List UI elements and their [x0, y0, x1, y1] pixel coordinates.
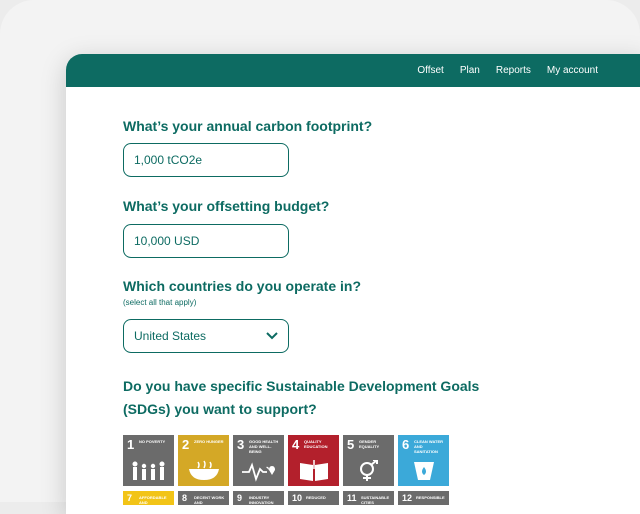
countries-question: Which countries do you operate in?: [123, 278, 362, 294]
sdg-grid-row-2: 7 Affordable and 8 Decent work and 9 Ind…: [123, 491, 449, 505]
sdg-tile-2[interactable]: 2 Zero hunger: [178, 435, 229, 486]
budget-question: What’s your offsetting budget?: [123, 198, 330, 214]
sdg-tile-1[interactable]: 1 No poverty: [123, 435, 174, 486]
sdg-label: Clean water and sanitation: [414, 439, 444, 454]
sdg-tile-8[interactable]: 8 Decent work and: [178, 491, 229, 505]
sdg-tile-12[interactable]: 12 Responsible: [398, 491, 449, 505]
sdg-tile-9[interactable]: 9 Industry innovation: [233, 491, 284, 505]
carbon-footprint-question: What’s your annual carbon footprint?: [123, 118, 373, 134]
sdg-tile-7[interactable]: 7 Affordable and: [123, 491, 174, 505]
nav-reports[interactable]: Reports: [496, 65, 531, 76]
sdg-grid-row-1: 1 No poverty 2 Zero hunger 3 Good health…: [123, 435, 449, 486]
sdg-label: Reduced: [306, 495, 326, 500]
budget-field[interactable]: [123, 224, 289, 258]
countries-select[interactable]: United States: [123, 319, 289, 353]
sdg-label: Industry innovation: [249, 495, 274, 505]
sdg-number: 1: [127, 437, 135, 452]
book-icon: [300, 460, 328, 481]
countries-hint: (select all that apply): [123, 298, 197, 307]
sdg-tile-4[interactable]: 4 Quality education: [288, 435, 339, 486]
sdg-label: Decent work and: [194, 495, 225, 505]
nav-menu: Offset Plan Reports My account: [417, 54, 598, 87]
heartbeat-icon: [242, 462, 275, 482]
sdg-label: Quality education: [304, 439, 328, 449]
water-icon: [414, 462, 434, 480]
sdg-number: 5: [347, 437, 355, 452]
sdg-label: Responsible: [416, 495, 445, 500]
nav-plan[interactable]: Plan: [460, 65, 480, 76]
sdg-tile-3[interactable]: 3 Good health and well-being: [233, 435, 284, 486]
sdg-label: Affordable and: [139, 495, 167, 505]
sdg-label: Gender equality: [359, 439, 380, 449]
top-nav-bar: Offset Plan Reports My account: [66, 54, 640, 87]
sdg-number: 6: [402, 437, 410, 452]
sdg-label: Sustainable cities: [361, 495, 390, 505]
carbon-footprint-input[interactable]: [134, 153, 278, 167]
sdg-tile-10[interactable]: 10 Reduced: [288, 491, 339, 505]
sdg-number: 2: [182, 437, 190, 452]
sdg-label: Zero hunger: [194, 439, 224, 444]
nav-offset[interactable]: Offset: [417, 65, 444, 76]
sdg-tile-11[interactable]: 11 Sustainable cities: [343, 491, 394, 505]
sdg-tile-6[interactable]: 6 Clean water and sanitation: [398, 435, 449, 486]
sdg-question-line2: (SDGs) you want to support?: [123, 401, 317, 417]
sdg-label: No poverty: [139, 439, 166, 444]
carbon-footprint-field[interactable]: [123, 143, 289, 177]
family-icon: [132, 461, 165, 480]
sdg-number: 3: [237, 437, 245, 452]
nav-my-account[interactable]: My account: [547, 65, 598, 76]
budget-input[interactable]: [134, 234, 278, 248]
sdg-number: 4: [292, 437, 300, 452]
countries-selected-value: United States: [134, 329, 207, 343]
bowl-icon: [189, 460, 219, 480]
app-window: Offset Plan Reports My account What’s yo…: [66, 54, 640, 514]
sdg-question-line1: Do you have specific Sustainable Develop…: [123, 378, 480, 394]
sdg-tile-5[interactable]: 5 Gender equality: [343, 435, 394, 486]
gender-icon: [360, 460, 378, 481]
chevron-down-icon: [266, 332, 278, 340]
sdg-label: Good health and well-being: [249, 439, 279, 454]
